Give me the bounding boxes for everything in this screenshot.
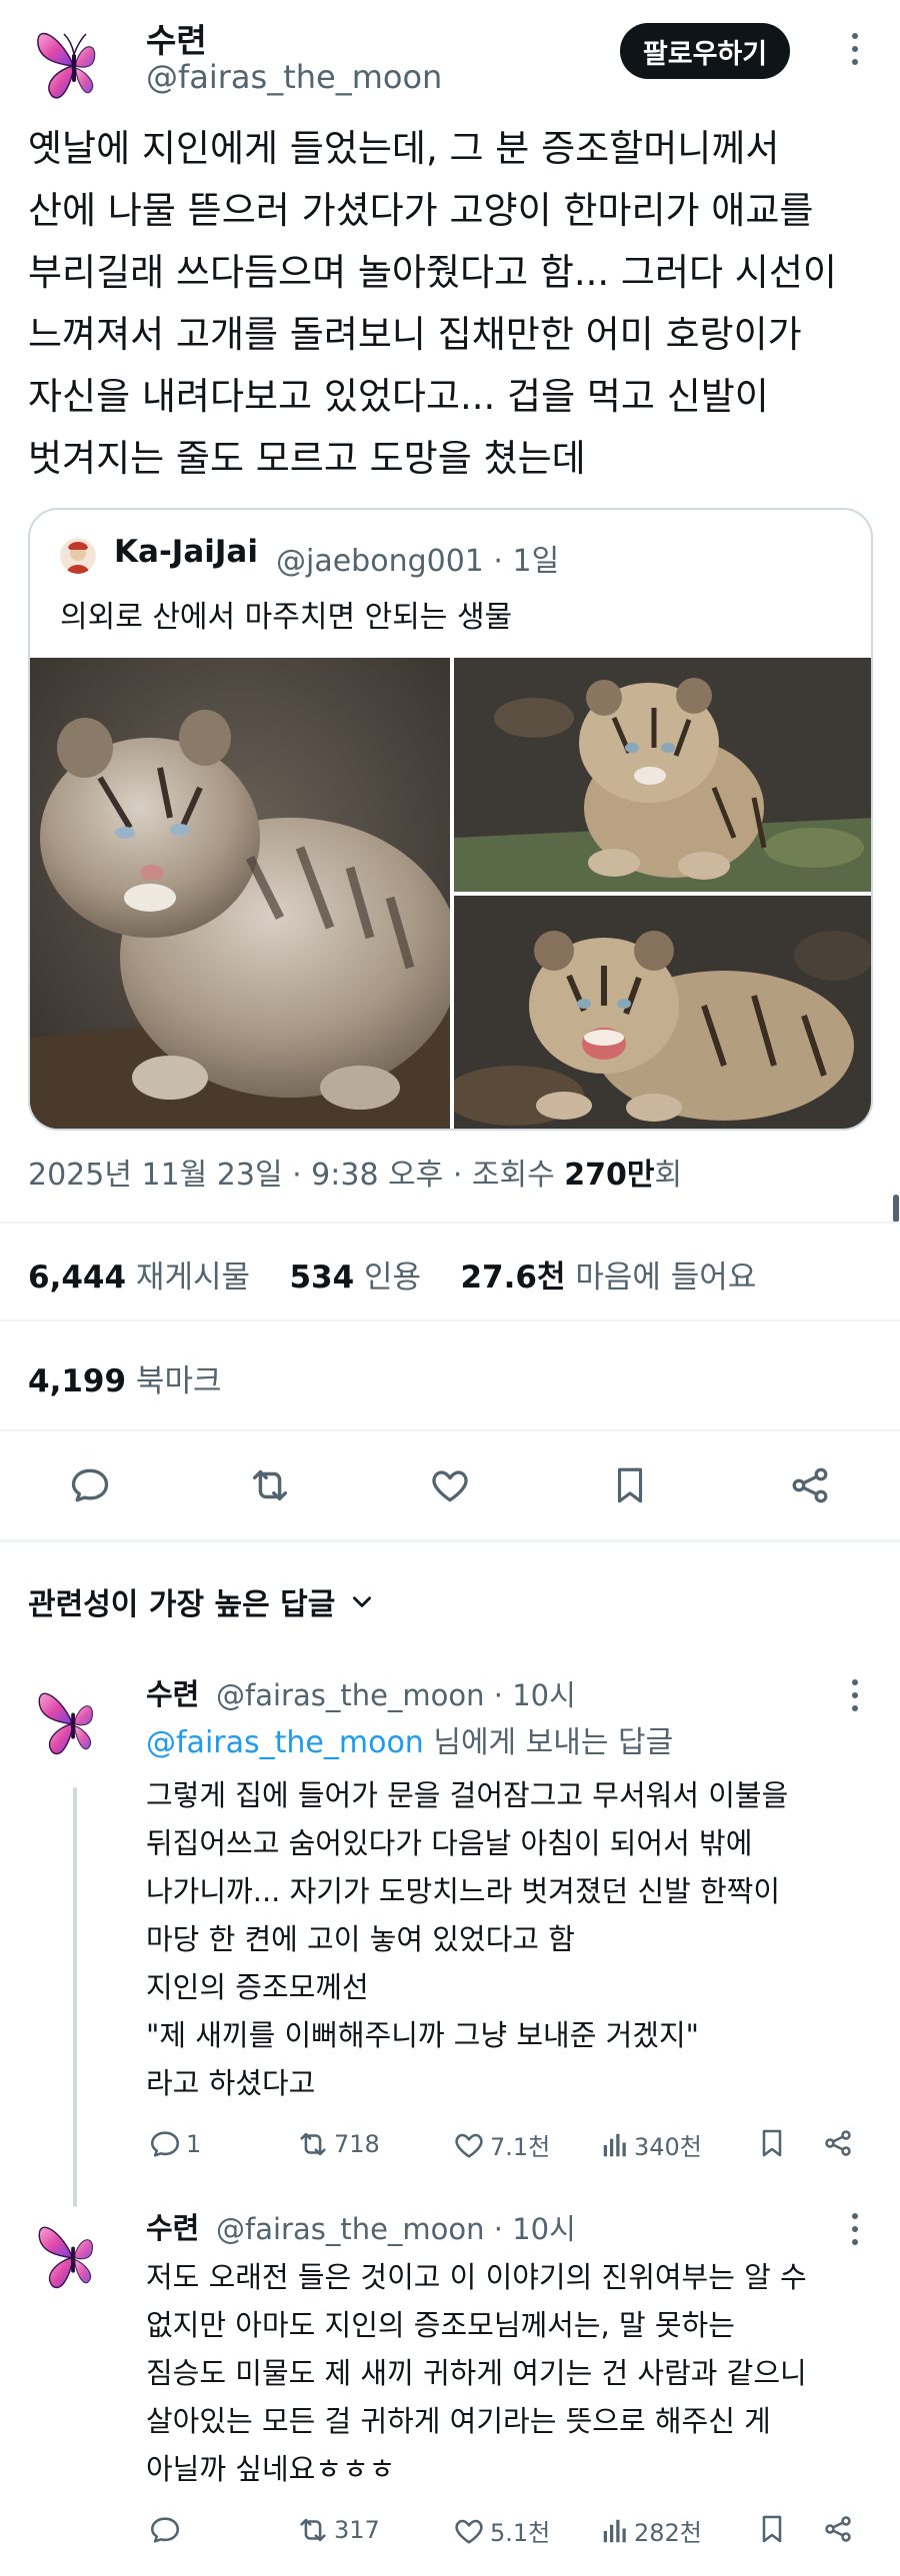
share-icon[interactable] xyxy=(782,1457,838,1513)
tiger-cub-photo-3[interactable] xyxy=(454,896,871,1129)
kebab-icon[interactable] xyxy=(851,1679,859,1711)
like-icon[interactable] xyxy=(422,1457,478,1513)
quoted-author-name: Ka-JaiJai xyxy=(114,534,258,570)
divider xyxy=(0,1319,900,1321)
thread-connector xyxy=(73,1787,77,2207)
views-icon xyxy=(603,2519,626,2542)
reply-line: 뒤집어쓰고 숨어있다가 다음날 아침이 되어서 밖에 xyxy=(146,1826,753,1860)
reply-line: 없지만 아마도 지인의 증조모님께서는, 말 못하는 xyxy=(146,2308,735,2342)
tiger-cub-photo-2[interactable] xyxy=(454,658,871,892)
quoted-text: 의외로 산에서 마주치면 안되는 생물 xyxy=(60,600,513,635)
quotes-stat[interactable]: 534 인용 xyxy=(289,1260,421,1295)
reply-line: "제 새끼를 이뻐해주니까 그냥 보내준 거겠지" xyxy=(146,2018,700,2052)
divider xyxy=(0,1222,900,1224)
mention-link[interactable]: @fairas_the_moon xyxy=(146,1725,424,1760)
reply-line: 아닐까 싶네요ㅎㅎㅎ xyxy=(146,2452,396,2486)
chevron-down-icon xyxy=(353,1596,372,1607)
author-avatar[interactable] xyxy=(28,14,122,108)
reposts-stat[interactable]: 6,444 재게시물 xyxy=(28,1260,250,1295)
quoted-tweet-card[interactable]: Ka-JaiJai @jaebong001 · 1일 의외로 산에서 마주치면 … xyxy=(28,508,873,1131)
reply-author-name[interactable]: 수련 xyxy=(146,2205,199,2247)
like-icon xyxy=(455,2519,483,2544)
timestamp-text[interactable]: 2025년 11월 23일 · 9:38 오후 · 조회수 xyxy=(28,1158,564,1193)
reply-author-name[interactable]: 수련 xyxy=(146,1671,199,1713)
reply-sort-dropdown[interactable]: 관련성이 가장 높은 답글 xyxy=(28,1579,375,1623)
kebab-icon[interactable] xyxy=(851,2213,859,2245)
reply-to-line: @fairas_the_moon 님에게 보내는 답글 xyxy=(146,1725,674,1760)
views-suffix: 회 xyxy=(654,1158,683,1193)
quoted-avatar xyxy=(60,538,96,574)
divider xyxy=(0,1539,900,1542)
reply-line: 지인의 증조모께선 xyxy=(146,1970,369,2004)
bookmark-icon xyxy=(762,2515,782,2543)
reply-like-button[interactable]: 5.1천 xyxy=(452,2513,550,2548)
divider xyxy=(0,1429,900,1431)
reply-views[interactable]: 282천 xyxy=(600,2513,702,2548)
follow-button[interactable]: 팔로우하기 xyxy=(620,23,790,79)
tweet-line: 산에 나물 뜯으러 가셨다가 고양이 한마리가 애교를 xyxy=(28,189,814,232)
reply-icon xyxy=(150,2517,180,2543)
tweet-line: 느껴져서 고개를 돌려보니 집채만한 어미 호랑이가 xyxy=(28,313,802,356)
reply-bookmark-button[interactable] xyxy=(756,2513,788,2545)
reply-reply-button[interactable] xyxy=(148,2513,186,2547)
reply-line: 짐승도 미물도 제 새끼 귀하게 여기는 건 사람과 같으니 xyxy=(146,2356,807,2390)
reply-text: 저도 오래전 들은 것이고 이 이야기의 진위여부는 알 수 없지만 아마도 지… xyxy=(146,2253,900,2493)
reply-line: 살아있는 모든 걸 귀하게 여기라는 뜻으로 해주신 게 xyxy=(146,2404,771,2438)
kebab-icon[interactable] xyxy=(851,33,859,65)
bookmark-icon xyxy=(762,2129,782,2157)
reply-line: 나가니까... 자기가 도망치느라 벗겨졌던 신발 한짝이 xyxy=(146,1874,781,1908)
like-icon xyxy=(455,2133,483,2158)
reply-reply-button[interactable]: 1 xyxy=(148,2127,201,2161)
reply-retweet-button[interactable]: 317 xyxy=(296,2513,380,2547)
reply-like-button[interactable]: 7.1천 xyxy=(452,2127,550,2162)
views-count: 270만 xyxy=(564,1158,655,1193)
sort-label: 관련성이 가장 높은 답글 xyxy=(28,1587,336,1622)
bookmark-icon[interactable] xyxy=(602,1457,658,1513)
share-icon xyxy=(825,2516,851,2542)
tweet-timestamp[interactable]: 2025년 11월 23일 · 9:38 오후 · 조회수 270만회 xyxy=(28,1150,682,1194)
reply-avatar[interactable] xyxy=(30,1675,118,1763)
bookmarks-stat[interactable]: 4,199 북마크 xyxy=(28,1355,221,1400)
quoted-author-meta: @jaebong001 · 1일 xyxy=(276,544,560,579)
reply-handle-time[interactable]: @fairas_the_moon · 10시 xyxy=(216,1672,576,1714)
tweet-line: 자신을 내려다보고 있었다고... 겁을 먹고 신발이 xyxy=(28,375,769,418)
author-handle[interactable]: @fairas_the_moon xyxy=(146,58,442,96)
reply-icon xyxy=(150,2131,180,2157)
tweet-line: 벗겨지는 줄도 모르고 도망을 쳤는데 xyxy=(28,437,586,480)
reply-bookmark-button[interactable] xyxy=(756,2127,788,2159)
tweet-line: 부리길래 쓰다듬으며 놀아줬다고 함... 그러다 시선이 xyxy=(28,251,837,294)
reply-handle-time[interactable]: @fairas_the_moon · 10시 xyxy=(216,2206,576,2248)
retweet-icon xyxy=(300,2132,326,2156)
engagement-stats: 6,444 재게시물 534 인용 27.6천 마음에 들어요 xyxy=(28,1252,756,1296)
reply-line: 그렇게 집에 들어가 문을 걸어잠그고 무서워서 이불을 xyxy=(146,1778,789,1812)
reply-share-button[interactable] xyxy=(822,2513,854,2545)
views-icon xyxy=(603,2133,626,2156)
tweet-line: 옛날에 지인에게 들었는데, 그 분 증조할머니께서 xyxy=(28,127,780,170)
reply-share-button[interactable] xyxy=(822,2127,854,2159)
tweet-text: 옛날에 지인에게 들었는데, 그 분 증조할머니께서 산에 나물 뜯으러 가셨다… xyxy=(28,118,878,490)
likes-stat[interactable]: 27.6천 마음에 들어요 xyxy=(460,1260,756,1295)
reply-line: 마당 한 켠에 고이 놓여 있었다고 함 xyxy=(146,1922,575,1956)
tiger-cub-photo-1[interactable] xyxy=(30,658,450,1129)
reply-views[interactable]: 340천 xyxy=(600,2127,702,2162)
reply-line: 저도 오래전 들은 것이고 이 이야기의 진위여부는 알 수 xyxy=(146,2260,807,2294)
reply-avatar[interactable] xyxy=(30,2209,118,2297)
reply-text: 그렇게 집에 들어가 문을 걸어잠그고 무서워서 이불을 뒤집어쓰고 숨어있다가… xyxy=(146,1771,900,2107)
reply-retweet-button[interactable]: 718 xyxy=(296,2127,380,2161)
author-name[interactable]: 수련 xyxy=(146,14,207,62)
scrollbar-thumb[interactable] xyxy=(893,1195,899,1223)
reply-line: 라고 하셨다고 xyxy=(146,2066,316,2100)
share-icon xyxy=(825,2130,851,2156)
retweet-icon xyxy=(300,2518,326,2542)
reply-icon[interactable] xyxy=(62,1457,118,1513)
retweet-icon[interactable] xyxy=(242,1457,298,1513)
